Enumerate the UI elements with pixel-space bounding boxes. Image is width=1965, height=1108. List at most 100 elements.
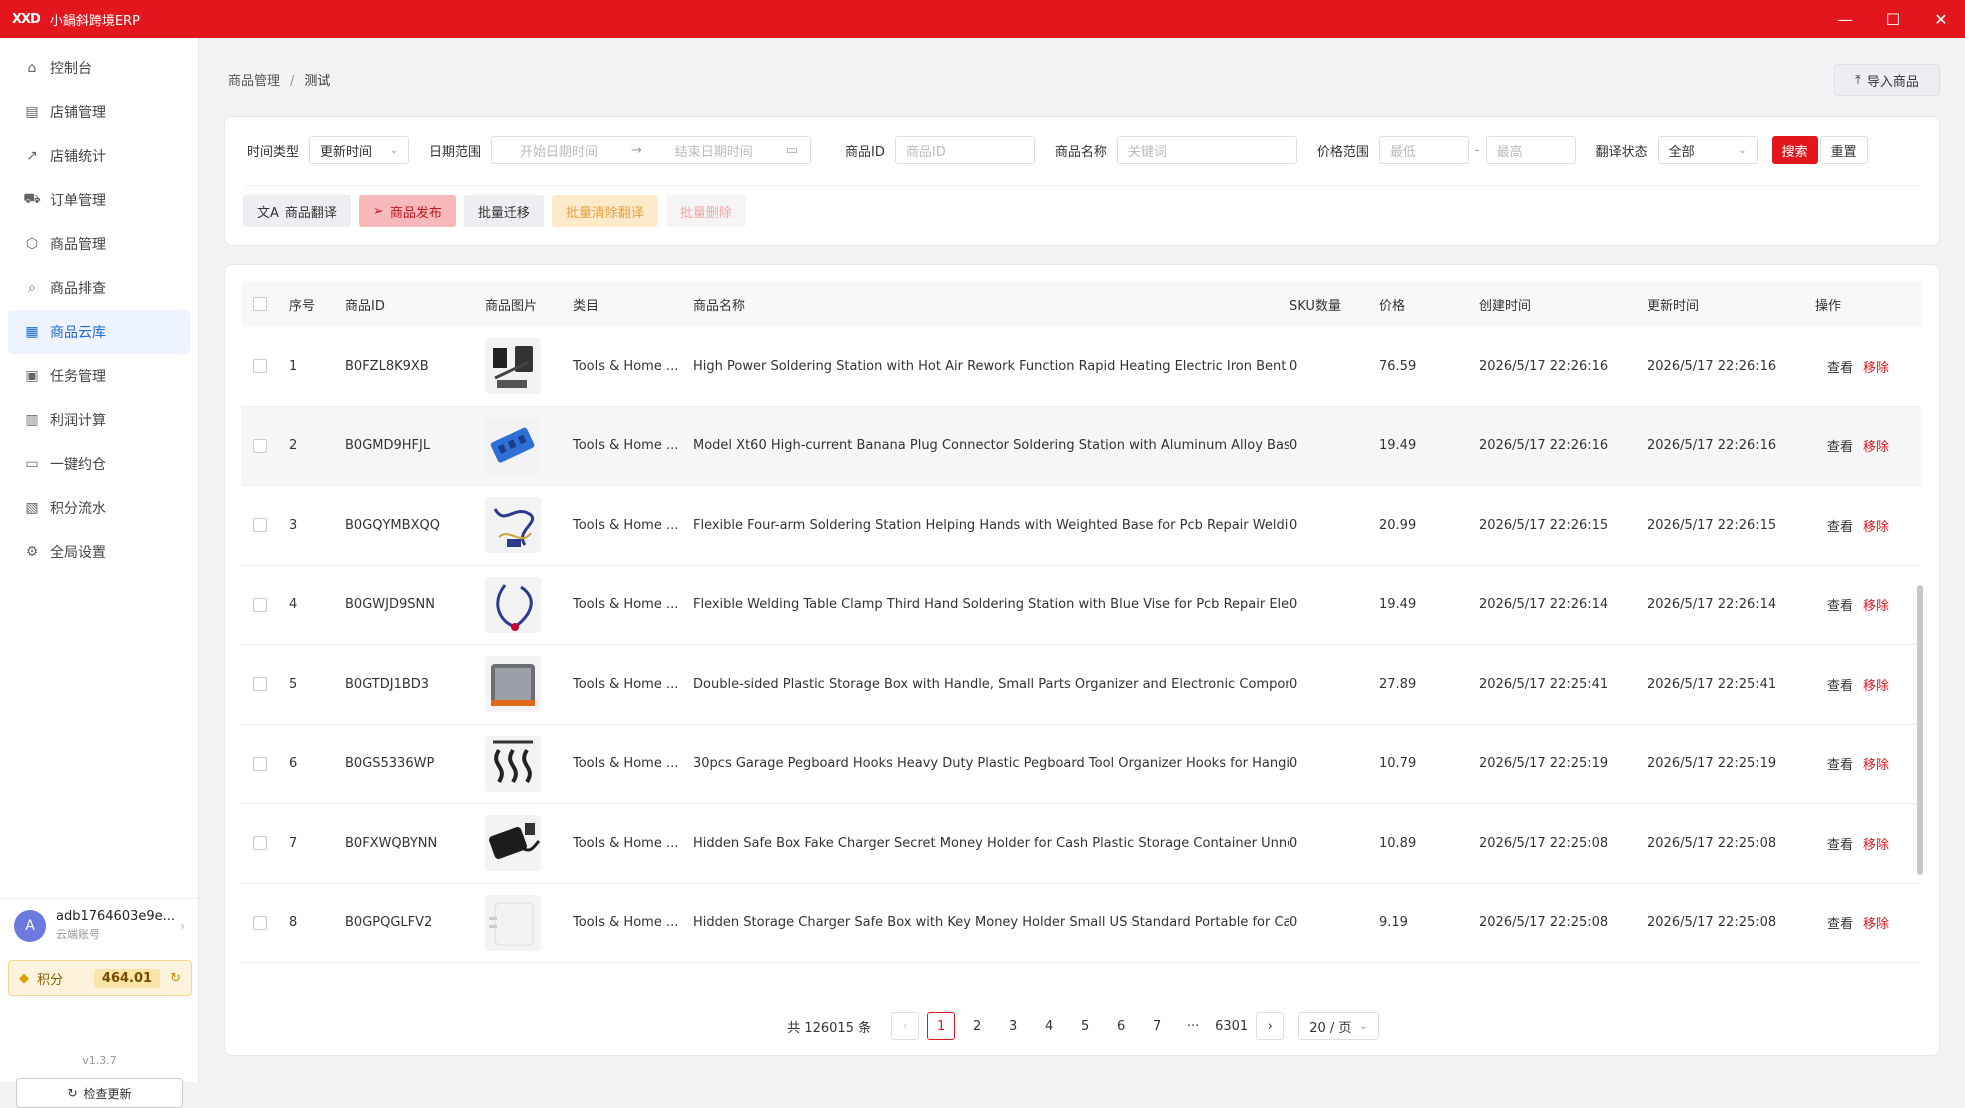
page-3[interactable]: 3 — [999, 1012, 1027, 1040]
table-row[interactable]: 2 B0GMD9HFJL Tools & Home ... Model Xt60 Hi… — [241, 406, 1921, 486]
sidebar-item-0[interactable]: ⌂ 控制台 — [8, 46, 190, 90]
remove-link[interactable]: 移除 — [1863, 758, 1889, 773]
page-size-select[interactable]: 20 / 页 ⌄ — [1298, 1012, 1379, 1040]
view-link[interactable]: 查看 — [1827, 679, 1853, 694]
date-end-input[interactable]: 结束日期时间 — [675, 141, 753, 160]
remove-link[interactable]: 移除 — [1863, 599, 1889, 614]
product-image[interactable] — [485, 735, 541, 792]
row-checkbox[interactable] — [253, 756, 267, 771]
close-button[interactable]: ✕ — [1917, 0, 1965, 38]
table-row[interactable]: 4 B0GWJD9SNN Tools & Home ... Flexible Weld… — [241, 566, 1921, 645]
view-link[interactable]: 查看 — [1827, 838, 1853, 853]
table-row[interactable]: 3 B0GQYMBXQQ Tools & Home ... Flexible Four… — [241, 486, 1921, 566]
created-time: 2026/5/17 22:25:08 — [1479, 835, 1609, 851]
remove-link[interactable]: 移除 — [1863, 520, 1889, 535]
import-products-button[interactable]: ⤒ 导入商品 — [1834, 64, 1940, 96]
view-link[interactable]: 查看 — [1827, 520, 1853, 535]
select-all-checkbox[interactable] — [253, 297, 267, 311]
minimize-button[interactable]: — — [1821, 0, 1869, 38]
category: Tools & Home ... — [573, 835, 679, 851]
batch-delete-button[interactable]: 批量删除 — [665, 195, 746, 227]
search-button[interactable]: 搜索 — [1771, 136, 1818, 164]
remove-link[interactable]: 移除 — [1863, 838, 1889, 853]
row-number: 3 — [289, 517, 298, 533]
sidebar-item-11[interactable]: ⚙ 全局设置 — [8, 530, 190, 574]
product-image[interactable] — [485, 417, 541, 474]
table-row[interactable]: 8 B0GPQGLFV2 Tools & Home ... Hidden Storag… — [241, 884, 1921, 963]
date-range-picker[interactable]: 开始日期时间 → 结束日期时间 ▭ — [491, 136, 812, 164]
sidebar-item-3[interactable]: ⛟ 订单管理 — [8, 178, 190, 222]
table-row[interactable]: 5 B0GTDJ1BD3 Tools & Home ... Double-sided … — [241, 645, 1921, 725]
remove-link[interactable]: 移除 — [1863, 440, 1889, 455]
sidebar-item-4[interactable]: ⬡ 商品管理 — [8, 222, 190, 266]
product-id-label: 商品ID — [845, 144, 885, 160]
batch-migrate-button[interactable]: 批量迁移 — [463, 195, 544, 227]
price-min-placeholder: 最低 — [1389, 144, 1416, 160]
table-body: 1 B0FZL8K9XB Tools & Home ... High Power So… — [241, 327, 1921, 995]
product-image[interactable] — [485, 576, 541, 633]
publish-products-button[interactable]: ➢ 商品发布 — [358, 195, 456, 227]
sidebar-item-6[interactable]: ▦ 商品云库 — [8, 310, 190, 354]
page-5[interactable]: 5 — [1071, 1012, 1099, 1040]
next-page-button[interactable]: › — [1256, 1012, 1285, 1040]
product-image[interactable] — [485, 656, 541, 713]
page-2[interactable]: 2 — [963, 1012, 991, 1040]
row-checkbox[interactable] — [253, 836, 267, 851]
remove-link[interactable]: 移除 — [1863, 361, 1889, 376]
row-checkbox[interactable] — [253, 359, 267, 374]
table-scrollbar[interactable] — [1917, 585, 1923, 875]
batch-clear-translation-button[interactable]: 批量清除翻译 — [551, 195, 658, 227]
prev-page-button[interactable]: ‹ — [891, 1012, 920, 1040]
sidebar-item-9[interactable]: ▭ 一键约仓 — [8, 442, 190, 486]
page-7[interactable]: 7 — [1143, 1012, 1171, 1040]
user-card[interactable]: A adb1764603e9e... 云端账号 › — [0, 898, 199, 952]
sidebar-item-5[interactable]: ⌕ 商品排查 — [8, 266, 190, 310]
maximize-button[interactable]: ☐ — [1869, 0, 1917, 38]
product-image[interactable] — [485, 338, 541, 395]
page-6301[interactable]: 6301 — [1215, 1012, 1248, 1040]
table-row[interactable]: 7 B0FXWQBYNN Tools & Home ... Hidden Safe B… — [241, 804, 1921, 884]
translate-status-select[interactable]: 全部 ⌄ — [1657, 136, 1758, 164]
view-link[interactable]: 查看 — [1827, 917, 1853, 932]
check-update-button[interactable]: ↻ 检查更新 — [16, 1078, 183, 1108]
row-checkbox[interactable] — [253, 915, 267, 930]
row-checkbox[interactable] — [253, 677, 267, 692]
breadcrumb-root[interactable]: 商品管理 — [228, 74, 280, 89]
refresh-icon[interactable]: ↻ — [170, 971, 181, 986]
table-row[interactable]: 6 B0GS5336WP Tools & Home ... 30pcs Garage … — [241, 725, 1921, 804]
date-start-input[interactable]: 开始日期时间 — [520, 141, 598, 160]
product-image-cell — [485, 417, 573, 474]
product-image[interactable] — [485, 497, 541, 554]
product-name-input[interactable]: 关键词 — [1116, 136, 1297, 164]
remove-link[interactable]: 移除 — [1863, 679, 1889, 694]
remove-link[interactable]: 移除 — [1863, 917, 1889, 932]
sidebar-item-8[interactable]: ▥ 利润计算 — [8, 398, 190, 442]
row-checkbox[interactable] — [253, 518, 267, 533]
product-image[interactable] — [485, 894, 541, 951]
price-min-input[interactable]: 最低 — [1378, 136, 1469, 164]
sidebar-item-label: 商品管理 — [50, 237, 106, 253]
row-checkbox-cell — [241, 438, 289, 453]
sidebar-item-1[interactable]: ▤ 店铺管理 — [8, 90, 190, 134]
sidebar-item-10[interactable]: ▧ 积分流水 — [8, 486, 190, 530]
product-id-input[interactable]: 商品ID — [894, 136, 1035, 164]
page-ellipsis[interactable]: ··· — [1179, 1012, 1207, 1040]
sidebar-item-7[interactable]: ▣ 任务管理 — [8, 354, 190, 398]
page-4[interactable]: 4 — [1035, 1012, 1063, 1040]
view-link[interactable]: 查看 — [1827, 440, 1853, 455]
page-1[interactable]: 1 — [927, 1012, 956, 1040]
breadcrumb-separator: / — [290, 74, 295, 89]
translate-products-button[interactable]: 文A 商品翻译 — [243, 195, 351, 227]
reset-button[interactable]: 重置 — [1819, 136, 1868, 164]
view-link[interactable]: 查看 — [1827, 361, 1853, 376]
page-6[interactable]: 6 — [1107, 1012, 1135, 1040]
table-row[interactable]: 1 B0FZL8K9XB Tools & Home ... High Power So… — [241, 327, 1921, 407]
row-checkbox[interactable] — [253, 597, 267, 612]
sidebar-item-2[interactable]: ↗ 店铺统计 — [8, 134, 190, 178]
view-link[interactable]: 查看 — [1827, 599, 1853, 614]
product-image[interactable] — [485, 815, 541, 872]
row-checkbox[interactable] — [253, 438, 267, 453]
price-max-input[interactable]: 最高 — [1485, 136, 1576, 164]
view-link[interactable]: 查看 — [1827, 758, 1853, 773]
time-type-select[interactable]: 更新时间 ⌄ — [309, 136, 410, 164]
